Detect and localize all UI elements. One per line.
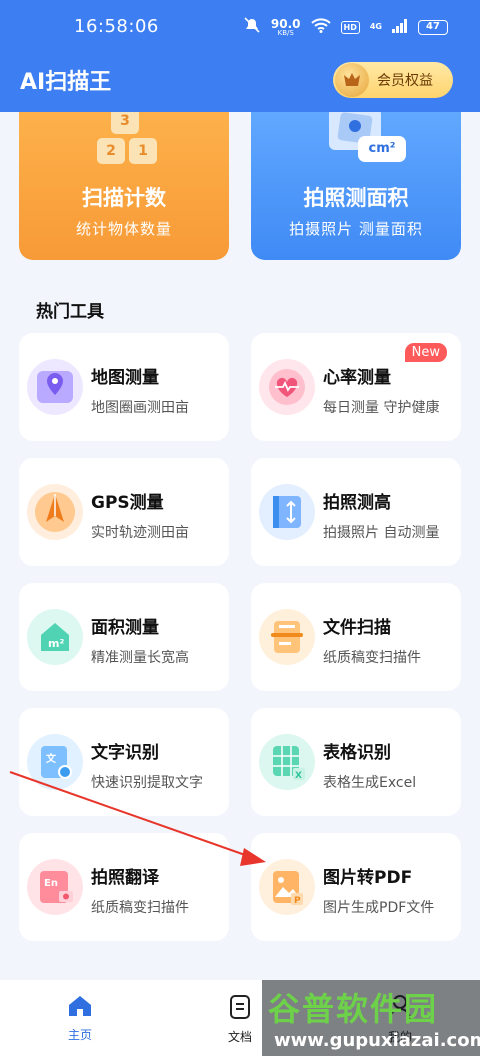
watermark-title: 谷普软件园 xyxy=(268,990,439,1028)
watermark-url: www.gupuxiazai.com xyxy=(274,1030,480,1051)
watermark: 谷普软件园 www.gupuxiazai.com xyxy=(262,980,480,1056)
nav-home[interactable]: 主页 xyxy=(50,994,110,1043)
home-icon xyxy=(67,996,93,1022)
document-icon xyxy=(228,995,252,1024)
nav-documents[interactable]: 文档 xyxy=(210,994,270,1045)
annotation-arrow xyxy=(9,771,266,866)
nav-documents-label: 文档 xyxy=(227,1030,252,1044)
nav-home-label: 主页 xyxy=(67,1028,92,1042)
